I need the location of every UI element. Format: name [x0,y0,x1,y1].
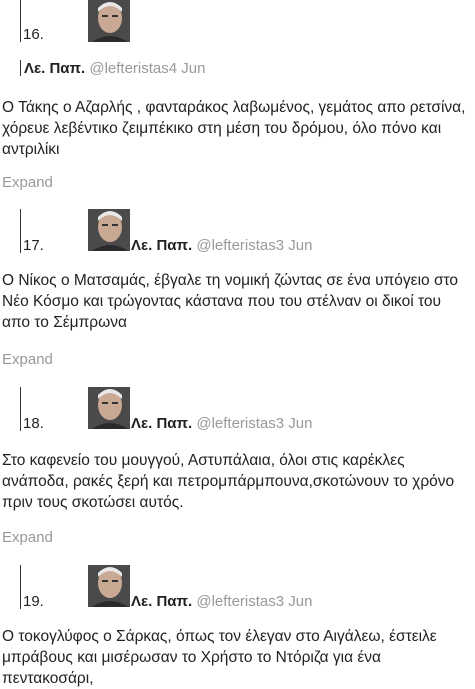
avatar-photo [88,387,130,429]
avatar-photo [88,0,130,42]
thread-bar [20,387,21,431]
author-line: Λε. Παπ. @lefteristas3 Jun [131,237,312,254]
expand-link[interactable]: Expand [2,174,53,191]
tweet-text: Ο Νίκος ο Ματσαμάς, έβγαλε τη νομική ζών… [2,272,459,331]
avatar[interactable] [88,0,130,42]
expand-link[interactable]: Expand [2,351,53,368]
author-handle[interactable]: @lefteristas3 Jun [196,593,312,610]
tweet-text: Στο καφενείο του μουγγού, Αστυπάλαια, όλ… [2,452,455,511]
avatar[interactable] [88,565,130,607]
author-handle[interactable]: @lefteristas3 Jun [196,415,312,432]
tweet-number: 16. [23,26,44,43]
author-name[interactable]: Λε. Παπ. [131,237,192,254]
tweet-number: 18. [23,415,44,432]
author-line: Λε. Παπ. @lefteristas3 Jun [131,415,312,432]
thread-bar [20,0,21,42]
author-line: Λε. Παπ. @lefteristas4 Jun [20,60,205,77]
tweet-number: 19. [23,593,44,610]
author-name[interactable]: Λε. Παπ. [24,60,85,77]
author-name[interactable]: Λε. Παπ. [131,593,192,610]
thread-bar [20,209,21,253]
tweet-number: 17. [23,237,44,254]
author-line: Λε. Παπ. @lefteristas3 Jun [131,593,312,610]
avatar-photo [88,565,130,607]
thread-bar [20,565,21,609]
expand-link[interactable]: Expand [2,529,53,546]
avatar[interactable] [88,387,130,429]
avatar[interactable] [88,209,130,251]
tweet-text: Ο Τάκης ο Αζαρλής , φανταράκος λαβωμένος… [2,99,466,158]
author-name[interactable]: Λε. Παπ. [131,415,192,432]
author-handle[interactable]: @lefteristas3 Jun [196,237,312,254]
author-handle[interactable]: @lefteristas4 Jun [89,60,205,77]
avatar-photo [88,209,130,251]
tweet-text: Ο τοκογλύφος ο Σάρκας, όπως τον έλεγαν σ… [2,628,437,687]
